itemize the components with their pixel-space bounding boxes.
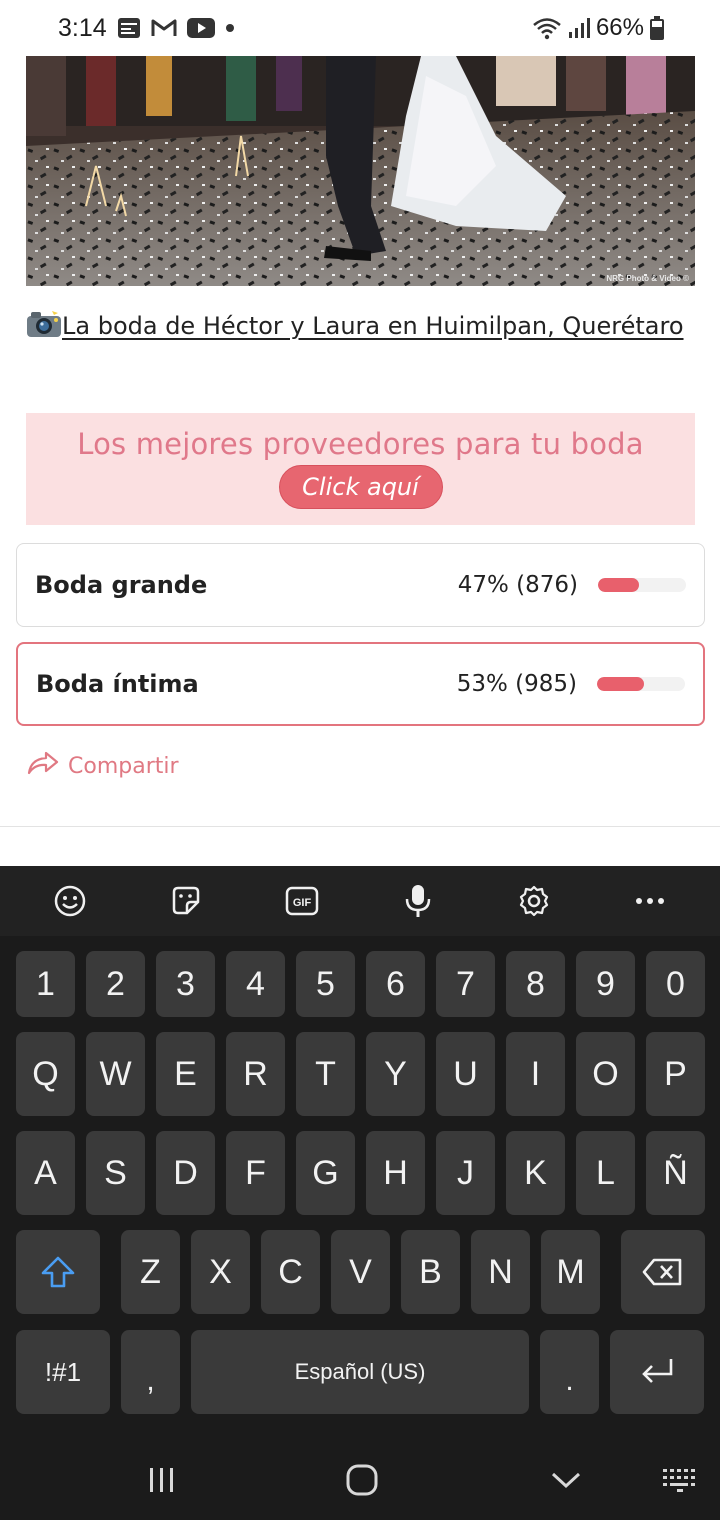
enter-icon	[642, 1359, 673, 1383]
poll-option-result: 53% (985)	[456, 671, 577, 697]
letter-key-e[interactable]: E	[156, 1032, 215, 1116]
number-key-8[interactable]: 8	[506, 951, 565, 1017]
share-icon	[26, 750, 60, 782]
number-key-9[interactable]: 9	[576, 951, 635, 1017]
home-icon[interactable]	[342, 1460, 382, 1500]
sticker-icon[interactable]	[166, 881, 206, 921]
number-key-4[interactable]: 4	[226, 951, 285, 1017]
number-key-0[interactable]: 0	[646, 951, 705, 1017]
wedding-photo[interactable]: NRG Photo & Video ©	[26, 56, 695, 286]
letter-key-l[interactable]: L	[576, 1131, 635, 1215]
letter-key-q[interactable]: Q	[16, 1032, 75, 1116]
shift-key[interactable]	[16, 1230, 100, 1314]
letter-key-s[interactable]: S	[86, 1131, 145, 1215]
emoji-icon[interactable]	[50, 881, 90, 921]
battery-icon	[650, 16, 664, 40]
status-time: 3:14	[58, 13, 107, 42]
letter-key-y[interactable]: Y	[366, 1032, 425, 1116]
period-key[interactable]: .	[540, 1330, 599, 1414]
letter-key-u[interactable]: U	[436, 1032, 495, 1116]
backspace-key[interactable]	[621, 1230, 705, 1314]
comma-key[interactable]: ,	[121, 1330, 180, 1414]
navigation-bar	[0, 1438, 720, 1520]
notification-app-icon	[117, 17, 141, 39]
letter-key-z[interactable]: Z	[121, 1230, 180, 1314]
poll-progress-bar	[597, 677, 685, 691]
letter-key-w[interactable]: W	[86, 1032, 145, 1116]
letter-key-p[interactable]: P	[646, 1032, 705, 1116]
letter-key-t[interactable]: T	[296, 1032, 355, 1116]
back-icon[interactable]	[546, 1460, 586, 1500]
keyboard-switch-icon[interactable]	[660, 1460, 700, 1500]
vendors-banner[interactable]: Los mejores proveedores para tu boda Cli…	[26, 413, 695, 525]
notification-dot-icon	[225, 23, 235, 33]
letter-key-v[interactable]: V	[331, 1230, 390, 1314]
recents-icon[interactable]	[142, 1460, 182, 1500]
gif-icon[interactable]: GIF	[282, 881, 322, 921]
click-here-button[interactable]: Click aquí	[278, 465, 443, 509]
keyboard-toolbar: GIF	[0, 866, 720, 936]
letter-key-o[interactable]: O	[576, 1032, 635, 1116]
backspace-icon	[642, 1258, 682, 1286]
share-button[interactable]: Compartir	[26, 750, 179, 782]
camera-icon	[26, 308, 62, 337]
letter-key-ñ[interactable]: Ñ	[646, 1131, 705, 1215]
letter-key-a[interactable]: A	[16, 1131, 75, 1215]
status-right: 66%	[532, 14, 664, 42]
letter-key-d[interactable]: D	[156, 1131, 215, 1215]
article-title[interactable]: La boda de Héctor y Laura en Huimilpan, …	[62, 312, 684, 340]
battery-percent: 66%	[595, 14, 644, 41]
number-key-1[interactable]: 1	[16, 951, 75, 1017]
letter-key-f[interactable]: F	[226, 1131, 285, 1215]
share-label: Compartir	[68, 753, 179, 779]
article-link[interactable]: La boda de Héctor y Laura en Huimilpan, …	[26, 304, 686, 349]
shift-icon	[41, 1256, 75, 1288]
more-icon[interactable]	[630, 881, 670, 921]
letter-key-j[interactable]: J	[436, 1131, 495, 1215]
poll-progress-bar	[598, 578, 686, 592]
gear-icon[interactable]	[514, 881, 554, 921]
poll-option-boda-grande[interactable]: Boda grande 47% (876)	[16, 543, 705, 627]
wifi-icon	[532, 16, 562, 40]
symbols-key[interactable]: !#1	[16, 1330, 110, 1414]
letter-key-x[interactable]: X	[191, 1230, 250, 1314]
number-key-5[interactable]: 5	[296, 951, 355, 1017]
divider	[0, 826, 720, 827]
letter-key-c[interactable]: C	[261, 1230, 320, 1314]
number-key-7[interactable]: 7	[436, 951, 495, 1017]
space-key[interactable]: Español (US)	[191, 1330, 529, 1414]
enter-key[interactable]	[610, 1330, 704, 1414]
status-bar: 3:14 66%	[0, 0, 720, 56]
letter-key-r[interactable]: R	[226, 1032, 285, 1116]
youtube-icon	[186, 18, 215, 38]
letter-key-i[interactable]: I	[506, 1032, 565, 1116]
letter-key-n[interactable]: N	[471, 1230, 530, 1314]
status-left: 3:14	[58, 14, 235, 43]
letter-key-b[interactable]: B	[401, 1230, 460, 1314]
banner-text: Los mejores proveedores para tu boda	[77, 427, 644, 461]
keyboard: GIF 1234567890 QWERTYUIOP ASDFGHJKLÑ ZXCVBN…	[0, 866, 720, 1438]
microphone-icon[interactable]	[398, 881, 438, 921]
signal-icon	[568, 17, 590, 39]
svg-text:GIF: GIF	[293, 897, 312, 909]
letter-key-h[interactable]: H	[366, 1131, 425, 1215]
wedding-photo-image	[26, 56, 695, 286]
poll-progress-fill	[598, 578, 640, 592]
poll-option-label: Boda grande	[35, 571, 208, 599]
letter-key-g[interactable]: G	[296, 1131, 355, 1215]
photo-credit: NRG Photo & Video ©	[606, 274, 689, 283]
number-key-3[interactable]: 3	[156, 951, 215, 1017]
number-key-2[interactable]: 2	[86, 951, 145, 1017]
letter-key-k[interactable]: K	[506, 1131, 565, 1215]
letter-key-m[interactable]: M	[541, 1230, 600, 1314]
number-key-6[interactable]: 6	[366, 951, 425, 1017]
poll-option-label: Boda íntima	[36, 670, 199, 698]
poll-option-result: 47% (876)	[457, 572, 578, 598]
gmail-icon	[151, 18, 177, 38]
poll-progress-fill	[597, 677, 644, 691]
poll-option-boda-intima[interactable]: Boda íntima 53% (985)	[16, 642, 705, 726]
